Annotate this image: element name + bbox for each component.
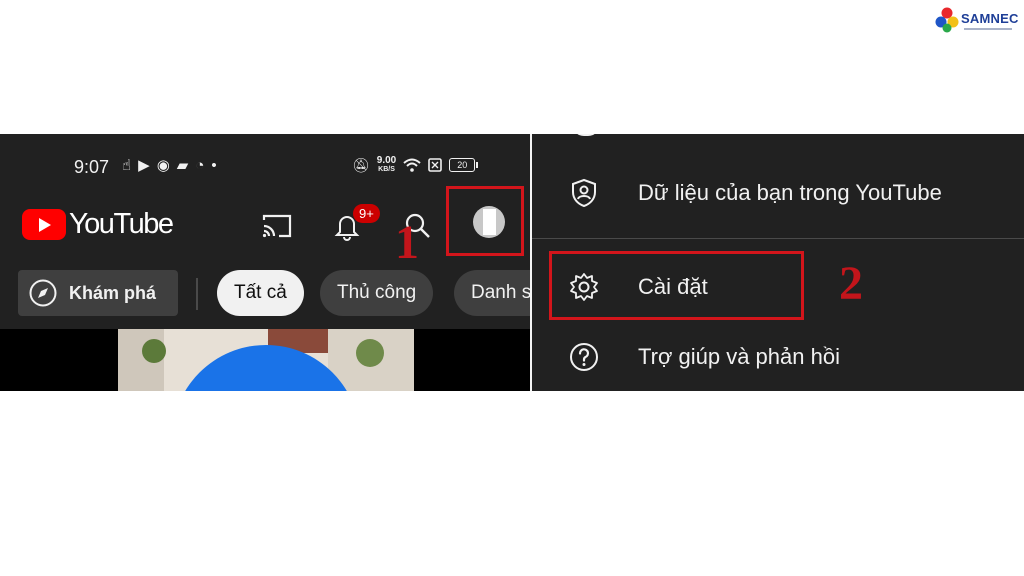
partial-menu-item (532, 134, 1024, 140)
sim-icon (428, 158, 443, 172)
video-thumbnail[interactable] (0, 329, 530, 391)
battery-indicator: 20 (449, 158, 479, 172)
thumbnail-art (118, 329, 414, 391)
brand-tagline (964, 28, 1012, 30)
help-circle-icon (570, 343, 598, 371)
shield-person-icon (572, 178, 596, 208)
hand-icon: ☝ (122, 157, 132, 174)
chip-playlist[interactable]: Danh sách (454, 270, 530, 316)
explore-chip[interactable]: Khám phá (18, 270, 178, 316)
chip-divider (196, 278, 198, 310)
youtube-wordmark: YouTube (69, 208, 174, 240)
samnec-logo: SAMNEC (934, 5, 1018, 35)
mute-icon: 🔕︎ (352, 156, 370, 173)
chip-all[interactable]: Tất cả (217, 270, 304, 316)
chip-handmade[interactable]: Thủ công (320, 270, 434, 316)
status-time: 9:07 (74, 157, 110, 177)
settings-highlight-box (549, 251, 804, 320)
youtube-home-screen: 9:07 ☝ ▶ ◉ ▰ ◔ • 🔕︎ 9.00 KB/S 20 YouTube… (0, 134, 530, 391)
message-icon: ▰ (176, 157, 189, 174)
messenger-icon: ◔ (195, 157, 205, 174)
samnec-mark-icon (935, 7, 959, 33)
net-speed-unit: KB/S (378, 166, 395, 173)
youtube-logo[interactable]: YouTube (22, 208, 174, 241)
step-number-2: 2 (839, 257, 863, 310)
avatar-highlight-box (446, 186, 524, 256)
notification-icons: ☝ ▶ ◉ ▰ ◔ • (122, 158, 217, 174)
cast-icon (262, 214, 292, 238)
menu-item-label: Trợ giúp và phản hồi (638, 344, 840, 369)
step-number-1: 1 (395, 216, 419, 269)
compass-icon (29, 279, 57, 307)
system-icons: 🔕︎ 9.00 KB/S 20 (352, 156, 479, 174)
thumbnail-image (118, 329, 414, 391)
menu-item-your-data[interactable]: Dữ liệu của bạn trong YouTube (532, 163, 1024, 223)
more-dot-icon: • (211, 157, 217, 174)
explore-chip-label: Khám phá (69, 283, 157, 303)
app-notif-icon: ◉ (156, 157, 170, 174)
wifi-icon (403, 158, 421, 172)
menu-item-label: Dữ liệu của bạn trong YouTube (638, 180, 942, 205)
cast-button[interactable] (257, 206, 297, 246)
filter-chip-bar: Khám phá Tất cả Thủ công Danh sách (0, 266, 530, 329)
menu-item-help-feedback[interactable]: Trợ giúp và phản hồi (532, 327, 1024, 387)
youtube-notif-icon: ▶ (138, 157, 150, 174)
network-speed: 9.00 KB/S (377, 156, 396, 174)
menu-divider (532, 238, 1024, 239)
net-speed-value: 9.00 (376, 155, 397, 166)
brand-name: SAMNEC (961, 11, 1019, 26)
youtube-play-icon (22, 209, 66, 240)
notification-badge: 9+ (353, 204, 380, 223)
